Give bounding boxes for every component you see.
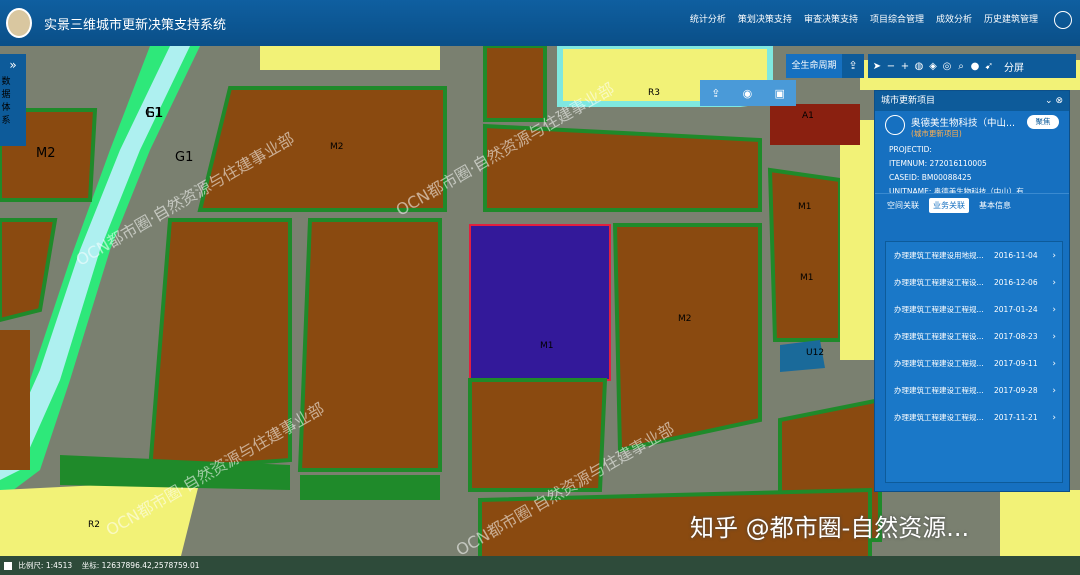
search-icon[interactable]: ⌕ — [956, 61, 966, 72]
coord-label: 坐标: — [81, 561, 100, 570]
lifecycle-sync-button[interactable]: 全生命周期 — [786, 54, 842, 78]
map-label: M2 — [36, 146, 56, 161]
prop-line: PROJECTID: — [889, 145, 932, 154]
project-name: 奥德美生物科技（中山... — [911, 118, 1016, 129]
measure-icon[interactable]: ◎ — [942, 61, 952, 72]
pointer-icon[interactable]: ➤ — [872, 61, 882, 72]
layers-icon[interactable]: ◈ — [928, 61, 938, 72]
nav-stats[interactable]: 统计分析 — [690, 12, 726, 25]
tab-spatial[interactable]: 空间关联 — [883, 198, 923, 213]
map-label: R2 — [88, 520, 100, 530]
export-icon[interactable]: ⇪ — [711, 87, 720, 100]
list-item[interactable]: 办理建筑工程建设工程设... 2017-08-23 › — [886, 323, 1062, 350]
chevron-right-icon: › — [1052, 277, 1056, 288]
map-label: M2 — [330, 142, 344, 152]
nav-planning[interactable]: 策划决策支持 — [738, 12, 792, 25]
app-header: 实景三维城市更新决策支持系统 统计分析 策划决策支持 审查决策支持 项目综合管理… — [0, 0, 1080, 46]
map-tools-secondary: ⇪ ◉ ▣ — [700, 80, 796, 106]
nav-history[interactable]: 历史建筑管理 — [984, 12, 1038, 25]
status-bar: 比例尺: 1:4513 坐标: 12637896.42,2578759.01 — [0, 556, 1080, 575]
nav-project[interactable]: 项目综合管理 — [870, 12, 924, 25]
user-icon[interactable] — [1054, 11, 1072, 29]
zhihu-watermark: 知乎 @都市圈-自然资源... — [690, 514, 970, 542]
app-logo — [6, 8, 32, 38]
chevron-right-icon: › — [1052, 304, 1056, 315]
map-label: A1 — [802, 111, 814, 121]
panel-title: 城市更新项目 — [881, 96, 936, 106]
map-label: M1 — [798, 202, 812, 212]
zoom-out-icon[interactable]: − — [886, 61, 896, 72]
nav-effect[interactable]: 成效分析 — [936, 12, 972, 25]
chevron-right-icon: › — [1052, 385, 1056, 396]
map-label: E1 — [146, 106, 163, 121]
scale-label: 比例尺: — [18, 561, 44, 570]
panel-tabs: 空间关联 业务关联 基本信息 — [875, 193, 1069, 217]
list-item[interactable]: 办理建筑工程建设工程规... 2017-01-24 › — [886, 296, 1062, 323]
target-icon[interactable]: ◉ — [743, 87, 753, 100]
prop-line: CASEID: BM00088425 — [889, 173, 972, 182]
chevron-right-icon: › — [1052, 412, 1056, 423]
list-item[interactable]: 办理建筑工程建设工程规... 2017-09-11 › — [886, 350, 1062, 377]
map-label: M2 — [678, 314, 692, 324]
compare-icon[interactable]: ▣ — [774, 87, 784, 100]
list-item[interactable]: 办理建筑工程建设工程规... 2017-11-21 › — [886, 404, 1062, 431]
globe-icon[interactable]: ◍ — [914, 61, 924, 72]
list-item[interactable]: 办理建筑工程建设工程设... 2016-12-06 › — [886, 269, 1062, 296]
project-summary: 奥德美生物科技（中山... (城市更新项目) 聚焦 — [875, 111, 1069, 141]
map-label: R3 — [648, 88, 660, 98]
chevron-right-icon: › — [1052, 358, 1056, 369]
coord-value: 12637896.42,2578759.01 — [101, 561, 200, 570]
map-label: M1 — [800, 273, 814, 283]
nav-review[interactable]: 审查决策支持 — [804, 12, 858, 25]
prop-line: UNITNAME: 奥德美生物科技（中山）有 — [889, 187, 1024, 193]
data-system-tab[interactable]: » 数据体系 — [0, 54, 26, 146]
share-icon[interactable]: ⇪ — [842, 54, 864, 78]
project-type: (城市更新项目) — [911, 129, 962, 138]
expand-icon: » — [9, 58, 17, 72]
focus-button[interactable]: 聚焦 — [1027, 115, 1059, 129]
zoom-in-icon[interactable]: + — [900, 61, 910, 72]
tab-basic[interactable]: 基本信息 — [975, 198, 1015, 213]
project-props: PROJECTID: ITEMNUM: 272016110005 CASEID:… — [875, 141, 1069, 193]
app-title: 实景三维城市更新决策支持系统 — [44, 18, 227, 33]
chevron-right-icon: › — [1052, 331, 1056, 342]
split-icon[interactable]: 分屏 — [1004, 59, 1024, 74]
business-record-list: 办理建筑工程建设用地规... 2016-11-04 › 办理建筑工程建设工程设...… — [885, 241, 1063, 483]
map-toolbar: ➤ − + ◍ ◈ ◎ ⌕ ● ➹ 分屏 — [868, 54, 1076, 78]
map-label: G1 — [175, 150, 194, 165]
prop-line: ITEMNUM: 272016110005 — [889, 159, 987, 168]
project-icon — [885, 115, 905, 135]
project-panel: 城市更新项目 ⌄ ⊗ 奥德美生物科技（中山... (城市更新项目) 聚焦 PRO… — [874, 90, 1070, 492]
tab-business[interactable]: 业务关联 — [929, 198, 969, 213]
data-system-label: 数据体系 — [1, 77, 11, 126]
chevron-right-icon: › — [1052, 250, 1056, 261]
top-nav: 统计分析 策划决策支持 审查决策支持 项目综合管理 成效分析 历史建筑管理 — [690, 12, 1038, 25]
panel-controls[interactable]: ⌄ ⊗ — [1045, 91, 1063, 111]
send-icon[interactable]: ➹ — [984, 61, 994, 72]
map-label: U12 — [806, 348, 825, 358]
list-item[interactable]: 办理建筑工程建设工程规... 2017-09-28 › — [886, 377, 1062, 404]
scale-value: 1:4513 — [45, 561, 73, 570]
list-item[interactable]: 办理建筑工程建设用地规... 2016-11-04 › — [886, 242, 1062, 269]
panel-header: 城市更新项目 ⌄ ⊗ — [875, 91, 1069, 111]
pin-icon — [4, 562, 12, 570]
location-icon[interactable]: ● — [970, 61, 980, 72]
map-label: M1 — [540, 341, 554, 351]
